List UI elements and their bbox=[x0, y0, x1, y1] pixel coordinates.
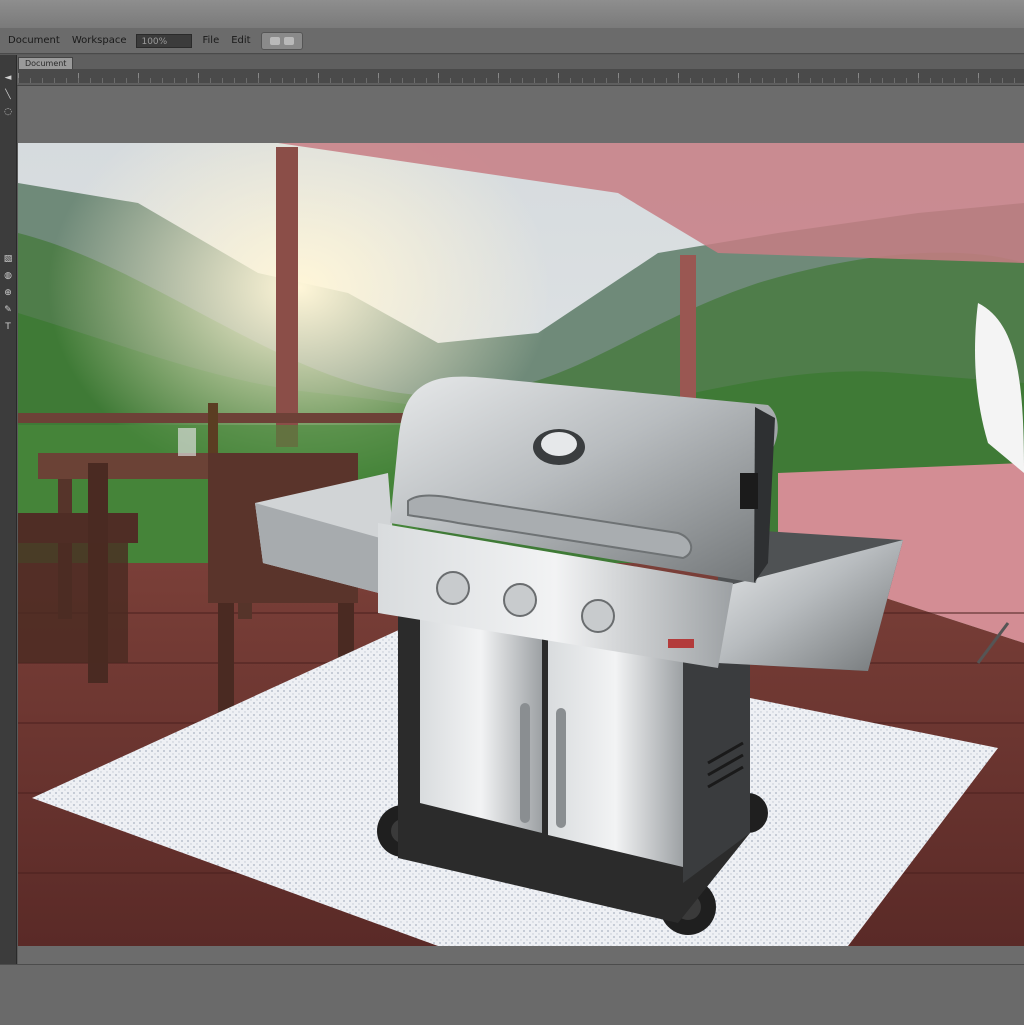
document-image[interactable] bbox=[18, 143, 1024, 946]
brush-tool-icon[interactable]: ╲ bbox=[3, 90, 14, 101]
heal-tool-icon[interactable]: ◍ bbox=[3, 271, 14, 282]
view-mode-icon bbox=[269, 36, 280, 45]
status-bar bbox=[0, 964, 1024, 1025]
menu-edit[interactable]: Edit bbox=[229, 34, 252, 48]
menu-file[interactable]: File bbox=[200, 34, 221, 48]
menu-toolbar: Document Workspace 100% File Edit bbox=[0, 28, 1024, 54]
zoom-field[interactable]: 100% bbox=[136, 33, 193, 48]
pen-tool-icon[interactable]: ✎ bbox=[3, 305, 14, 316]
view-mode-button[interactable] bbox=[260, 31, 303, 50]
move-tool-icon[interactable]: ◄ bbox=[3, 73, 14, 84]
tools-panel: ◄ ╲ ◌ ▧ ◍ ⊕ ✎ T bbox=[0, 55, 17, 965]
arrange-icon bbox=[283, 36, 294, 45]
canvas-area[interactable] bbox=[18, 86, 1024, 964]
grill-photo bbox=[18, 143, 1024, 946]
menu-workspace[interactable]: Workspace bbox=[70, 34, 129, 48]
options-bar: Document bbox=[0, 55, 1024, 86]
crop-tool-icon[interactable]: ▧ bbox=[3, 254, 14, 265]
menu-document[interactable]: Document bbox=[6, 34, 62, 48]
text-tool-icon[interactable]: T bbox=[3, 322, 14, 333]
lasso-tool-icon[interactable]: ◌ bbox=[3, 107, 14, 118]
title-bar bbox=[0, 0, 1024, 29]
horizontal-ruler bbox=[18, 69, 1024, 83]
stamp-tool-icon[interactable]: ⊕ bbox=[3, 288, 14, 299]
